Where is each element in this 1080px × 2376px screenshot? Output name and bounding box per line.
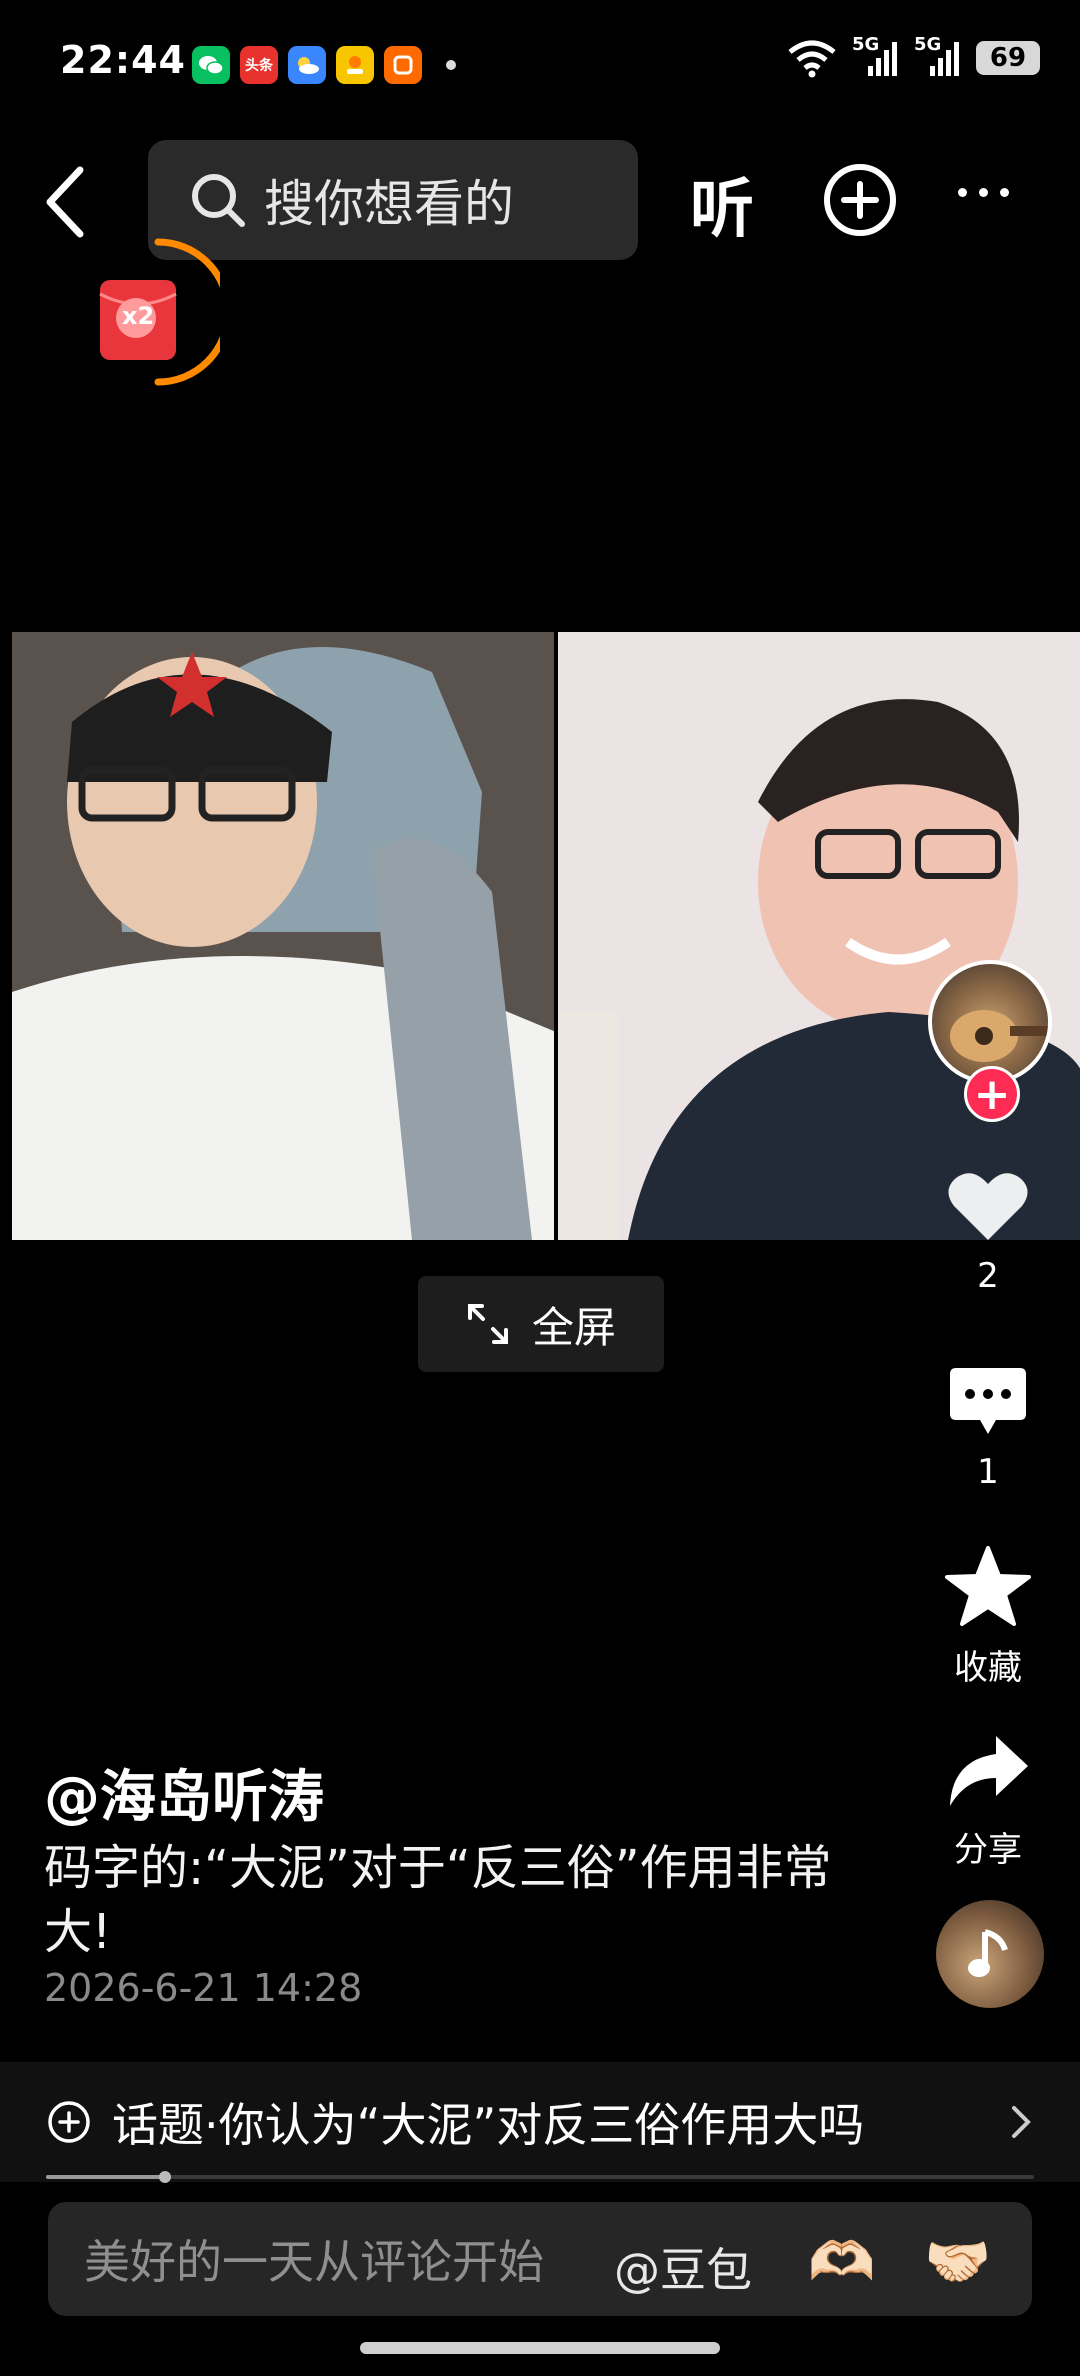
fullscreen-label: 全屏	[531, 1302, 616, 1352]
toutiao-label: 头条	[245, 58, 273, 74]
topic-text: 话题·你认为“大泥”对反三俗作用大吗	[112, 2098, 865, 2152]
video-frame-left	[12, 632, 554, 1240]
chevron-right-icon	[1012, 2106, 1031, 2138]
status-bar: 22:44 头条 5G 5G 69	[0, 0, 1080, 130]
add-button[interactable]	[822, 162, 898, 238]
like-count: 2	[977, 1256, 999, 1296]
video-player[interactable]	[12, 632, 1080, 1240]
author-name[interactable]: @海岛听涛	[44, 1752, 324, 1833]
wifi-icon	[788, 40, 836, 78]
progress-fill	[46, 2175, 165, 2179]
battery-indicator: 69	[976, 41, 1040, 75]
app-icon-yellow	[336, 46, 374, 84]
plus-icon: +	[973, 1068, 1011, 1120]
topic-bar[interactable]: 话题·你认为“大泥”对反三俗作用大吗	[0, 2062, 1080, 2182]
share-arrow-icon	[950, 1736, 1028, 1806]
comment-input[interactable]: 美好的一天从评论开始 @豆包 🫶🏻 🤝🏻	[48, 2202, 1032, 2316]
share-label: 分享	[954, 1830, 1022, 1870]
more-dot-icon	[1000, 188, 1009, 197]
share-button[interactable]: 分享	[916, 1730, 1060, 1871]
more-notifications-icon	[446, 60, 456, 70]
like-button[interactable]: 2	[916, 1168, 1060, 1296]
comment-placeholder: 美好的一天从评论开始	[84, 2235, 544, 2289]
plus-circle-icon	[48, 2101, 90, 2143]
star-icon	[945, 1546, 1031, 1626]
comment-button[interactable]: 1	[916, 1364, 1060, 1492]
more-dot-icon	[958, 188, 967, 197]
post-date: 2026-6-21 14:28	[44, 1966, 363, 2010]
status-time: 22:44	[60, 38, 186, 82]
status-indicators: 5G 5G 69	[786, 34, 1040, 78]
network-type-label: 5G	[914, 34, 942, 55]
video-frame-right	[557, 632, 1080, 1240]
mention-doubao-button[interactable]: @豆包	[614, 2234, 752, 2300]
favorite-button[interactable]: 收藏	[916, 1544, 1060, 1689]
cell-signal-1: 5G	[852, 34, 900, 78]
expand-icon	[467, 1304, 508, 1344]
network-type-label: 5G	[852, 34, 880, 55]
cell-signal-2: 5G	[914, 34, 962, 78]
chevron-left-icon	[46, 166, 84, 238]
notification-icons: 头条	[192, 46, 456, 84]
plus-circle-icon	[824, 164, 896, 236]
follow-button[interactable]: +	[964, 1066, 1020, 1122]
progress-knob[interactable]	[158, 2171, 171, 2183]
favorite-label: 收藏	[954, 1648, 1022, 1688]
comment-icon	[950, 1368, 1026, 1434]
fullscreen-button[interactable]: 全屏	[418, 1276, 664, 1372]
person-right-image	[557, 632, 1080, 1240]
home-indicator[interactable]	[360, 2342, 720, 2354]
listen-button[interactable]: 听	[690, 158, 754, 250]
red-packet-multiplier: x2	[122, 302, 155, 330]
handshake-emoji-button[interactable]: 🤝🏻	[924, 2230, 991, 2294]
music-disc[interactable]	[936, 1900, 1044, 2008]
red-packet-reward[interactable]: x2	[88, 236, 232, 388]
video-progress-bar[interactable]	[46, 2171, 1034, 2183]
weather-icon	[288, 46, 326, 84]
more-dot-icon	[979, 188, 988, 197]
person-left-image	[12, 632, 554, 1240]
heart-icon	[948, 1173, 1028, 1240]
search-input[interactable]: 搜你想看的	[148, 140, 638, 260]
more-options-button[interactable]	[958, 188, 1009, 197]
wechat-icon	[192, 46, 230, 84]
search-icon	[192, 174, 245, 227]
back-button[interactable]	[40, 162, 110, 242]
music-note-icon	[968, 1929, 1008, 1977]
toutiao-icon: 头条	[240, 46, 278, 84]
comment-count: 1	[977, 1452, 999, 1492]
search-placeholder: 搜你想看的	[264, 175, 514, 233]
app-icon-orange	[384, 46, 422, 84]
post-description: 码字的:“大泥”对于“反三俗”作用非常大!	[44, 1840, 832, 1960]
heart-hands-emoji-button[interactable]: 🫶🏻	[808, 2230, 875, 2294]
